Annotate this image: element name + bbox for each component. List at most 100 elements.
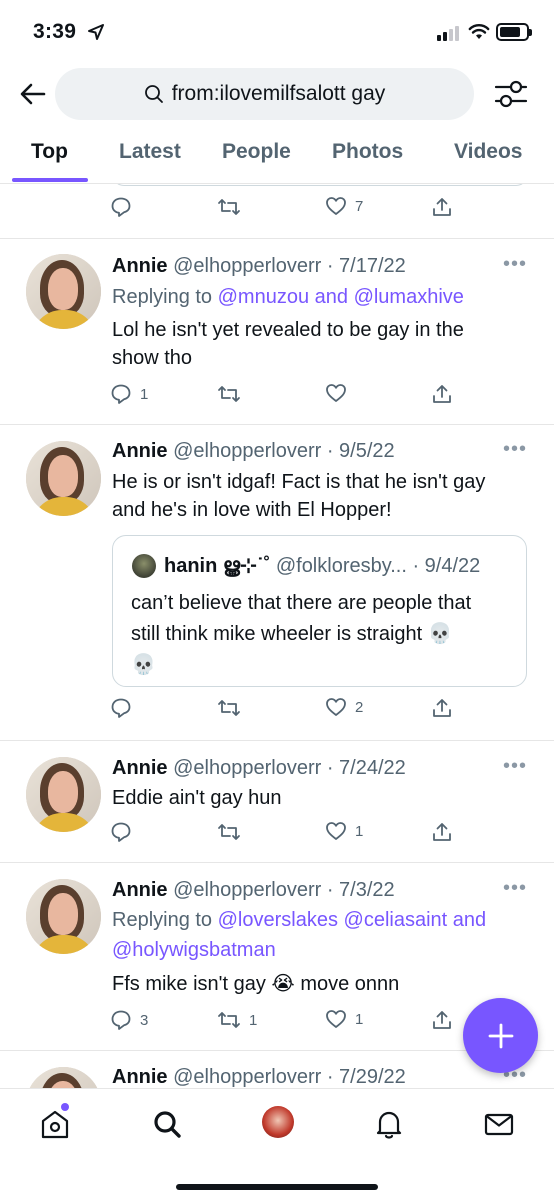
- avatar[interactable]: [26, 757, 101, 832]
- reply-button[interactable]: [110, 196, 132, 218]
- messages-envelope-icon[interactable]: [482, 1107, 516, 1141]
- reply-icon: [111, 822, 131, 842]
- tweet-header: Annie @elhopperloverr · 7/17/22: [112, 255, 406, 278]
- tweet-text-line: and he's in love with El Hopper!: [112, 499, 392, 521]
- search-results-feed[interactable]: 7 Annie @elhopperloverr · 7/17/22 ••• Re…: [0, 184, 554, 1088]
- tweet-author-name[interactable]: Annie: [112, 255, 168, 277]
- avatar[interactable]: [26, 879, 101, 954]
- wifi-icon: [468, 24, 490, 39]
- tweet-actions: 1: [110, 383, 460, 413]
- location-arrow-icon: [88, 24, 104, 40]
- replying-mentions[interactable]: @holywigsbatman: [112, 939, 276, 961]
- tweet-author-name[interactable]: Annie: [112, 1066, 168, 1088]
- share-icon: [433, 1011, 451, 1029]
- tab-photos[interactable]: Photos: [332, 140, 403, 164]
- reply-icon: [111, 698, 131, 718]
- reply-icon: [111, 197, 131, 217]
- tweet-actions: 3 1 1: [110, 1009, 460, 1039]
- quoted-tweet[interactable]: hanin ൠ⊹˙˚ @folkloresby... · 9/4/22 can’…: [112, 535, 527, 687]
- replying-mentions[interactable]: @loverslakes @celiasaint and: [218, 909, 487, 931]
- tweet-text-line: Eddie ain't gay hun: [112, 787, 282, 809]
- quoted-header: hanin ൠ⊹˙˚ @folkloresby... · 9/4/22: [164, 553, 480, 578]
- like-button[interactable]: 7: [325, 196, 363, 216]
- tweet-partial[interactable]: 7: [0, 184, 554, 239]
- reply-button[interactable]: 3: [110, 1009, 148, 1031]
- replying-to-continued: @holywigsbatman: [112, 936, 532, 964]
- retweet-icon: [218, 824, 240, 840]
- tweet[interactable]: Annie @elhopperloverr · 7/17/22 ••• Repl…: [0, 239, 554, 425]
- search-tabs: Top Latest People Photos Videos: [0, 126, 554, 184]
- bottom-navigation: [0, 1088, 554, 1200]
- retweet-button[interactable]: 1: [217, 1009, 257, 1031]
- like-button[interactable]: 1: [325, 821, 363, 841]
- quoted-meta: @folkloresby... · 9/4/22: [275, 555, 481, 577]
- replying-to: Replying to @mnuzou and @lumaxhive: [112, 283, 532, 311]
- tab-people[interactable]: People: [222, 140, 291, 164]
- tweet-author-name[interactable]: Annie: [112, 879, 168, 901]
- cellular-signal-icon: [437, 26, 459, 41]
- like-count: 2: [355, 698, 364, 716]
- share-button[interactable]: [431, 1009, 453, 1031]
- tweet-actions: 2: [110, 697, 460, 727]
- retweet-button[interactable]: [217, 821, 241, 843]
- notifications-bell-icon[interactable]: [372, 1107, 406, 1141]
- avatar[interactable]: [26, 441, 101, 516]
- home-notification-badge: [61, 1103, 69, 1111]
- replying-mentions[interactable]: @mnuzou and @lumaxhive: [218, 286, 464, 308]
- more-options-icon[interactable]: •••: [503, 253, 527, 276]
- retweet-count: 1: [249, 1011, 258, 1029]
- tab-top[interactable]: Top: [31, 140, 68, 164]
- tweet[interactable]: Annie @elhopperloverr · 9/5/22 ••• He is…: [0, 425, 554, 741]
- retweet-icon: [218, 700, 240, 716]
- tweet-text-line: He is or isn't idgaf! Fact is that he is…: [112, 471, 486, 493]
- tab-latest[interactable]: Latest: [119, 140, 181, 164]
- share-button[interactable]: [431, 196, 453, 218]
- tweet-meta: @elhopperloverr · 7/29/22: [173, 1066, 406, 1088]
- back-arrow-icon[interactable]: [18, 79, 48, 109]
- compose-button[interactable]: [463, 998, 538, 1073]
- search-icon[interactable]: [150, 1107, 184, 1141]
- avatar[interactable]: [26, 1067, 101, 1088]
- more-options-icon[interactable]: •••: [503, 438, 527, 461]
- tweet-header: Annie @elhopperloverr · 7/29/22: [112, 1066, 406, 1088]
- tweet-header: Annie @elhopperloverr · 7/3/22: [112, 879, 395, 902]
- tweet-text-line: Lol he isn't yet revealed to be gay in t…: [112, 319, 464, 341]
- heart-icon: [326, 197, 346, 215]
- retweet-button[interactable]: [217, 383, 241, 405]
- quoted-avatar: [132, 554, 156, 578]
- replying-to: Replying to @loverslakes @celiasaint and: [112, 906, 532, 934]
- tweet[interactable]: Annie @elhopperloverr · 7/24/22 ••• Eddi…: [0, 741, 554, 863]
- filter-sliders-icon[interactable]: [494, 78, 528, 110]
- tab-videos[interactable]: Videos: [454, 140, 522, 164]
- share-button[interactable]: [431, 821, 453, 843]
- more-options-icon[interactable]: •••: [503, 755, 527, 778]
- reply-button[interactable]: [110, 697, 132, 719]
- quoted-text-line: can’t believe that there are people that: [131, 592, 472, 614]
- search-input[interactable]: from:ilovemilfsalott gay: [55, 68, 474, 120]
- home-icon[interactable]: [38, 1107, 72, 1141]
- tweet-author-name[interactable]: Annie: [112, 440, 168, 462]
- profile-avatar[interactable]: [262, 1106, 294, 1138]
- like-button[interactable]: 2: [325, 697, 363, 717]
- share-button[interactable]: [431, 697, 453, 719]
- tweet-meta: @elhopperloverr · 7/3/22: [173, 879, 395, 901]
- heart-icon: [326, 384, 346, 402]
- replying-prefix: Replying to: [112, 286, 218, 308]
- reply-button[interactable]: [110, 821, 132, 843]
- home-indicator: [176, 1184, 378, 1190]
- retweet-button[interactable]: [217, 697, 241, 719]
- tweet-actions: 7: [110, 196, 460, 226]
- tweet-author-name[interactable]: Annie: [112, 757, 168, 779]
- retweet-icon: [218, 386, 240, 402]
- tweet-meta: @elhopperloverr · 7/24/22: [173, 757, 406, 779]
- status-time: 3:39: [33, 20, 77, 43]
- avatar[interactable]: [26, 254, 101, 329]
- plus-icon: [488, 1023, 513, 1048]
- like-button[interactable]: [325, 383, 347, 403]
- reply-button[interactable]: 1: [110, 383, 148, 405]
- quoted-text-line: still think mike wheeler is straight 💀: [131, 623, 453, 645]
- like-button[interactable]: 1: [325, 1009, 363, 1029]
- retweet-button[interactable]: [217, 196, 241, 218]
- share-button[interactable]: [431, 383, 453, 405]
- more-options-icon[interactable]: •••: [503, 877, 527, 900]
